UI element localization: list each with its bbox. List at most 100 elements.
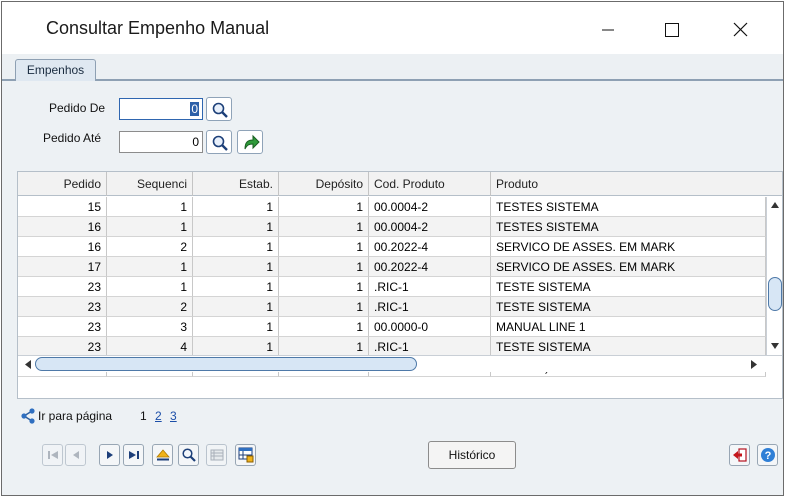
table-row[interactable]: 23 2 1 1 .RIC-1 TESTE SISTEMA — [18, 297, 766, 317]
cell-sequencia[interactable]: 3 — [107, 317, 193, 337]
col-header-estab[interactable]: Estab. — [193, 172, 279, 196]
cell-pedido[interactable]: 17 — [18, 257, 107, 277]
cell-estab[interactable]: 1 — [193, 257, 279, 277]
cell-estab[interactable]: 1 — [193, 317, 279, 337]
cell-sequencia[interactable]: 1 — [107, 217, 193, 237]
table-row[interactable]: 23 1 1 1 .RIC-1 TESTE SISTEMA — [18, 277, 766, 297]
pedido-de-search-button[interactable] — [206, 97, 232, 121]
table-row[interactable]: 23 4 1 1 .RIC-1 TESTE SISTEMA — [18, 337, 766, 357]
cell-sequencia[interactable]: 1 — [107, 257, 193, 277]
cell-produto[interactable]: TESTES SISTEMA — [491, 217, 766, 237]
close-button[interactable] — [717, 10, 763, 48]
cell-cod-produto[interactable]: 00.0000-0 — [369, 317, 491, 337]
cell-deposito[interactable]: 1 — [279, 197, 369, 217]
first-record-button[interactable] — [42, 444, 63, 466]
cell-deposito[interactable]: 1 — [279, 217, 369, 237]
cell-estab[interactable]: 1 — [193, 217, 279, 237]
tab-empenhos[interactable]: Empenhos — [15, 59, 96, 83]
pedido-ate-search-button[interactable] — [206, 130, 232, 154]
cell-produto[interactable]: TESTE SISTEMA — [491, 277, 766, 297]
cell-produto[interactable]: SERVICO DE ASSES. EM MARK — [491, 257, 766, 277]
cell-estab[interactable]: 1 — [193, 237, 279, 257]
vertical-scrollbar[interactable] — [766, 197, 782, 355]
next-record-button[interactable] — [99, 444, 120, 466]
cell-estab[interactable]: 1 — [193, 197, 279, 217]
cell-pedido[interactable]: 23 — [18, 337, 107, 357]
exit-button[interactable] — [729, 444, 750, 466]
search-icon — [182, 448, 196, 462]
cell-deposito[interactable]: 1 — [279, 337, 369, 357]
vertical-scroll-thumb[interactable] — [768, 277, 782, 311]
cell-deposito[interactable]: 1 — [279, 257, 369, 277]
cell-cod-produto[interactable]: .RIC-1 — [369, 337, 491, 357]
page-link-1[interactable]: 1 — [140, 409, 147, 423]
page-link-2[interactable]: 2 — [155, 409, 162, 423]
col-header-sequencia[interactable]: Sequenci — [107, 172, 193, 196]
col-header-cod-produto[interactable]: Cod. Produto — [369, 172, 491, 196]
scroll-left-icon[interactable] — [22, 359, 34, 370]
cell-pedido[interactable]: 23 — [18, 317, 107, 337]
pedido-de-input[interactable]: 0 — [119, 98, 203, 120]
cell-deposito[interactable]: 1 — [279, 317, 369, 337]
cell-produto[interactable]: TESTE SISTEMA — [491, 337, 766, 357]
cell-cod-produto[interactable]: .RIC-1 — [369, 277, 491, 297]
cell-produto[interactable]: TESTES SISTEMA — [491, 197, 766, 217]
cell-sequencia[interactable]: 2 — [107, 237, 193, 257]
pedido-de-label: Pedido De — [49, 101, 106, 115]
maximize-button[interactable] — [648, 10, 694, 48]
cell-deposito[interactable]: 1 — [279, 237, 369, 257]
window-title: Consultar Empenho Manual — [46, 18, 270, 38]
col-header-deposito[interactable]: Depósito — [279, 172, 369, 196]
cell-produto[interactable]: SERVICO DE ASSES. EM MARK — [491, 237, 766, 257]
cell-estab[interactable]: 1 — [193, 297, 279, 317]
cell-cod-produto[interactable]: 00.2022-4 — [369, 237, 491, 257]
horizontal-scroll-thumb[interactable] — [35, 357, 417, 371]
execute-button[interactable] — [237, 130, 263, 154]
cell-pedido[interactable]: 15 — [18, 197, 107, 217]
grid-view-button[interactable] — [235, 444, 256, 466]
cell-sequencia[interactable]: 4 — [107, 337, 193, 357]
cell-cod-produto[interactable]: .RIC-1 — [369, 297, 491, 317]
cell-pedido[interactable]: 23 — [18, 277, 107, 297]
table-row[interactable]: 23 3 1 1 00.0000-0 MANUAL LINE 1 — [18, 317, 766, 337]
detail-view-button[interactable] — [206, 444, 227, 466]
minimize-icon — [602, 29, 614, 31]
help-button[interactable]: ? — [757, 444, 778, 466]
horizontal-scrollbar[interactable] — [18, 355, 782, 372]
scroll-down-icon[interactable] — [769, 340, 781, 352]
last-record-button[interactable] — [123, 444, 144, 466]
cell-sequencia[interactable]: 2 — [107, 297, 193, 317]
sort-button[interactable] — [152, 444, 173, 466]
cell-pedido[interactable]: 16 — [18, 237, 107, 257]
scroll-right-icon[interactable] — [748, 359, 760, 370]
cell-estab[interactable]: 1 — [193, 277, 279, 297]
cell-cod-produto[interactable]: 00.0004-2 — [369, 217, 491, 237]
cell-deposito[interactable]: 1 — [279, 277, 369, 297]
table-row[interactable]: 16 2 1 1 00.2022-4 SERVICO DE ASSES. EM MARK — [18, 237, 766, 257]
svg-text:?: ? — [765, 450, 772, 462]
cell-pedido[interactable]: 23 — [18, 297, 107, 317]
cell-produto[interactable]: MANUAL LINE 1 — [491, 317, 766, 337]
scroll-up-icon[interactable] — [769, 199, 781, 211]
table-row[interactable]: 15 1 1 1 00.0004-2 TESTES SISTEMA — [18, 197, 766, 217]
minimize-button[interactable] — [585, 10, 631, 48]
tab-strip: Empenhos — [2, 54, 783, 83]
table-row[interactable]: 17 1 1 1 00.2022-4 SERVICO DE ASSES. EM MARK — [18, 257, 766, 277]
historico-button[interactable]: Histórico — [428, 441, 516, 469]
cell-sequencia[interactable]: 1 — [107, 277, 193, 297]
pedido-ate-input[interactable]: 0 — [119, 131, 203, 153]
cell-pedido[interactable]: 16 — [18, 217, 107, 237]
content-panel: Pedido De 0 Pedido Até 0 Pedido Sequenci… — [2, 81, 783, 495]
cell-sequencia[interactable]: 1 — [107, 197, 193, 217]
cell-estab[interactable]: 1 — [193, 337, 279, 357]
search-button[interactable] — [178, 444, 199, 466]
cell-cod-produto[interactable]: 00.0004-2 — [369, 197, 491, 217]
table-row[interactable]: 16 1 1 1 00.0004-2 TESTES SISTEMA — [18, 217, 766, 237]
col-header-pedido[interactable]: Pedido — [18, 172, 107, 196]
previous-record-button[interactable] — [65, 444, 86, 466]
page-link-3[interactable]: 3 — [170, 409, 177, 423]
cell-cod-produto[interactable]: 00.2022-4 — [369, 257, 491, 277]
cell-deposito[interactable]: 1 — [279, 297, 369, 317]
cell-produto[interactable]: TESTE SISTEMA — [491, 297, 766, 317]
col-header-produto[interactable]: Produto — [491, 172, 782, 196]
